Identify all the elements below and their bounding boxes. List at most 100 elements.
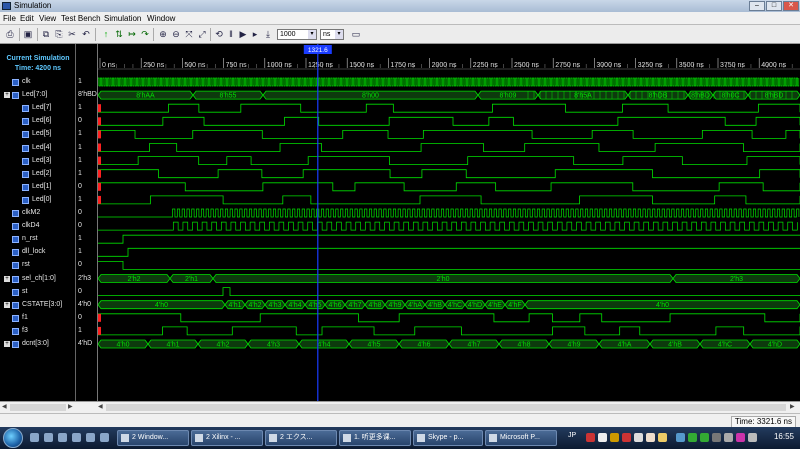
goto-icon[interactable]: ⤓ (262, 28, 274, 40)
minimize-button[interactable]: – (749, 1, 765, 11)
save-icon[interactable]: ▣ (22, 28, 34, 40)
quicklaunch-icon[interactable] (44, 433, 53, 442)
signal-row-led-4-[interactable]: Led[4] (0, 142, 76, 154)
signal-row-led-3-[interactable]: Led[3] (0, 155, 76, 167)
tray-icon[interactable] (634, 433, 643, 442)
tray-icon[interactable] (748, 433, 757, 442)
time-unit-select[interactable]: ns ▾ (320, 29, 344, 40)
signal-row-cstate-3-0-[interactable]: + CSTATE[3:0] (0, 299, 76, 311)
signal-row-sel-ch-1-0-[interactable]: + sel_ch[1:0] (0, 273, 76, 285)
signal-row-clkm2[interactable]: clkM2 (0, 207, 76, 219)
quicklaunch-icon[interactable] (72, 433, 81, 442)
expand-icon[interactable]: + (4, 92, 10, 99)
waveform-scroll-track[interactable] (106, 404, 786, 411)
menu-edit[interactable]: Edit (20, 13, 34, 24)
name-pane-scroll-track[interactable] (10, 404, 66, 411)
signal-icon (22, 118, 29, 126)
bus-segment-label: 4'h9 (388, 302, 401, 309)
tray-icon[interactable] (736, 433, 745, 442)
menu-test-bench[interactable]: Test Bench (61, 13, 101, 24)
timeline-tick-label: 750 ns (226, 62, 248, 69)
print-icon[interactable]: ⎙ (4, 28, 16, 40)
run-all-icon[interactable]: ▸ (249, 28, 261, 40)
menu-view[interactable]: View (39, 13, 56, 24)
taskbar-button[interactable]: 1. 听更多课... (339, 430, 411, 446)
zoom-fit-icon[interactable]: ⤧ (183, 28, 195, 40)
scroll-right-icon[interactable]: ▶ (790, 404, 795, 411)
tray-icon[interactable] (586, 433, 595, 442)
waveform-canvas[interactable]: 0 ns 250 ns 500 ns 750 ns 1000 ns 1250 ns 1500… (98, 44, 800, 401)
copy-icon[interactable]: ⧉ (40, 28, 52, 40)
signal-row-dcnt-3-0-[interactable]: + dcnt[3:0] (0, 338, 76, 350)
run-icon[interactable]: ↷ (139, 28, 151, 40)
zoom-full-icon[interactable]: ⤢ (196, 28, 208, 40)
quicklaunch-icon[interactable] (86, 433, 95, 442)
tray-icon[interactable] (646, 433, 655, 442)
scroll-right-icon[interactable]: ▶ (68, 404, 73, 411)
expand-icon[interactable]: + (4, 341, 10, 347)
waveform-add-icon[interactable]: ⇅ (113, 28, 125, 40)
signal-row-f1[interactable]: f1 (0, 312, 76, 324)
paste-icon[interactable]: ⎘ (53, 28, 65, 40)
taskbar-button[interactable]: 2 エクス... (265, 430, 337, 446)
signal-row-clk[interactable]: clk (0, 76, 76, 88)
taskbar-button[interactable]: 2 Window... (117, 430, 189, 446)
signal-icon (22, 105, 29, 113)
menu-simulation[interactable]: Simulation (104, 13, 141, 24)
waveform-pane[interactable]: 0 ns 250 ns 500 ns 750 ns 1000 ns 1250 ns 1500… (98, 44, 800, 401)
signal-row-rst[interactable]: rst (0, 259, 76, 271)
taskbar-button[interactable]: Microsoft P... (485, 430, 557, 446)
markers-icon[interactable]: ↑ (100, 28, 112, 40)
expand-icon[interactable]: + (4, 275, 10, 282)
chevron-down-icon[interactable]: ▾ (335, 30, 343, 39)
scroll-left-icon[interactable]: ◀ (2, 404, 7, 411)
signal-row-led-1-[interactable]: Led[1] (0, 181, 76, 193)
chevron-down-icon[interactable]: ▾ (308, 30, 316, 39)
tray-icon[interactable] (658, 433, 667, 442)
scroll-left-icon[interactable]: ◀ (98, 404, 103, 411)
expand-icon[interactable]: + (4, 301, 10, 308)
zoom-in-icon[interactable]: ⊕ (157, 28, 169, 40)
taskbar-button[interactable]: Skype - p... (413, 430, 483, 446)
restart-icon[interactable]: ⟲ (213, 28, 225, 40)
maximize-button[interactable]: □ (766, 1, 782, 11)
run-for-icon[interactable]: ▶ (237, 28, 249, 40)
undo-icon[interactable]: ↶ (80, 28, 92, 40)
quicklaunch-icon[interactable] (30, 433, 39, 442)
signal-row-led-5-[interactable]: Led[5] (0, 128, 76, 140)
waveform-window-icon[interactable]: ▭ (350, 28, 362, 40)
tray-icon[interactable] (622, 433, 631, 442)
tray-icon[interactable] (688, 433, 697, 442)
tray-icon[interactable] (712, 433, 721, 442)
pause-icon[interactable]: ‖ (225, 28, 237, 40)
signal-value: 0 (78, 261, 82, 269)
run-time-input[interactable]: 1000 ▾ (277, 29, 317, 40)
signal-row-f3[interactable]: f3 (0, 325, 76, 337)
quicklaunch-icon[interactable] (100, 433, 109, 442)
signal-row-st[interactable]: st (0, 286, 76, 298)
signal-row-n-rst[interactable]: n_rst (0, 233, 76, 245)
signal-row-clkd4[interactable]: clkD4 (0, 220, 76, 232)
signal-row-led-7-[interactable]: Led[7] (0, 102, 76, 114)
tray-icon[interactable] (676, 433, 685, 442)
menu-file[interactable]: File (3, 13, 16, 24)
tray-icon[interactable] (610, 433, 619, 442)
signal-row-led-2-[interactable]: Led[2] (0, 168, 76, 180)
language-indicator[interactable]: JP (568, 432, 576, 439)
start-button[interactable] (3, 428, 23, 448)
horizontal-scrollbar[interactable]: ◀ ▶ ◀ ▶ (0, 401, 800, 413)
tray-icon[interactable] (724, 433, 733, 442)
tray-icon[interactable] (598, 433, 607, 442)
signal-row-led-7-0-[interactable]: + Led[7:0] (0, 89, 76, 101)
signal-row-dll-lock[interactable]: dll_lock (0, 246, 76, 258)
step-icon[interactable]: ↦ (126, 28, 138, 40)
signal-row-led-0-[interactable]: Led[0] (0, 194, 76, 206)
zoom-out-icon[interactable]: ⊖ (170, 28, 182, 40)
cut-icon[interactable]: ✂ (66, 28, 78, 40)
menu-window[interactable]: Window (147, 13, 175, 24)
taskbar-button[interactable]: 2 Xilinx - ... (191, 430, 263, 446)
close-button[interactable]: ✕ (783, 1, 799, 11)
signal-row-led-6-[interactable]: Led[6] (0, 115, 76, 127)
tray-icon[interactable] (700, 433, 709, 442)
quicklaunch-icon[interactable] (58, 433, 67, 442)
